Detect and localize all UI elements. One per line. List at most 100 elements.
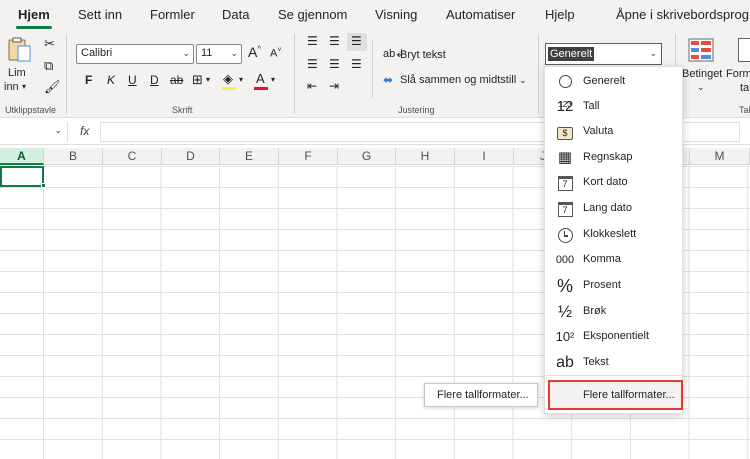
tab-formler[interactable]: Formler (150, 7, 195, 22)
column-header-d[interactable]: D (162, 148, 220, 165)
number-format-option-scientific[interactable]: 10² Eksponentielt (545, 324, 684, 349)
tab-se-gjennom[interactable]: Se gjennom (278, 7, 347, 22)
paste-label[interactable]: Lim (8, 67, 26, 79)
number-format-dropdown: 123 Generelt 12 Tall $ Valuta ▦ Regnskap… (544, 66, 684, 414)
clipboard-group-label: Utklippstavle (5, 105, 57, 115)
clock-icon (553, 225, 577, 245)
percent-icon: % (556, 276, 573, 296)
chevron-down-icon[interactable]: ▾ (239, 76, 243, 84)
tab-sett-inn[interactable]: Sett inn (78, 7, 122, 22)
styles-group-label: Tal (739, 105, 750, 115)
column-header-g[interactable]: G (338, 148, 396, 165)
bold-button[interactable]: F (85, 74, 92, 86)
number-format-icon: 12 (556, 98, 574, 115)
column-header-e[interactable]: E (220, 148, 279, 165)
chevron-down-icon[interactable]: ▾ (271, 76, 275, 84)
accounting-icon: ▦ (557, 149, 573, 166)
font-name-select[interactable]: Calibri ⌄ (76, 44, 194, 64)
number-format-option-currency[interactable]: $ Valuta (545, 119, 684, 144)
font-size-select[interactable]: 11 ⌄ (196, 44, 242, 64)
font-group-label: Skrift (172, 105, 193, 115)
calendar-icon: 7 (553, 199, 577, 219)
comma-icon: 000 (555, 254, 575, 266)
column-header-c[interactable]: C (103, 148, 162, 165)
format-painter-icon[interactable]: 🖌 (44, 80, 61, 93)
more-number-formats-tooltip: Flere tallformater... (424, 383, 538, 407)
column-header-m[interactable]: M (690, 148, 750, 165)
open-in-desktop-button[interactable]: Åpne i skrivebordsprog (616, 7, 749, 22)
number-format-option-long-date[interactable]: 7 Lang dato (545, 196, 684, 221)
fill-color-icon[interactable]: ◈ (223, 72, 233, 85)
conditional-formatting-button[interactable]: Betinget (682, 68, 722, 80)
shrink-font-button[interactable]: A˅ (270, 47, 281, 60)
tab-hjem[interactable]: Hjem (18, 7, 50, 22)
column-header-a[interactable]: A (0, 148, 44, 165)
double-underline-button[interactable]: D (150, 74, 159, 86)
chevron-down-icon: ⌄ (54, 125, 62, 135)
scientific-icon: 10² (555, 329, 575, 344)
ribbon-divider (538, 34, 539, 114)
align-left-icon[interactable]: ☰ (307, 58, 318, 70)
ribbon-divider (294, 34, 295, 114)
column-header-f[interactable]: F (279, 148, 338, 165)
number-format-option-short-date[interactable]: 7 Kort dato (545, 170, 684, 195)
fill-handle[interactable] (41, 183, 46, 188)
number-format-option-percent[interactable]: % Prosent (545, 273, 684, 298)
increase-indent-icon[interactable]: ⇥ (329, 80, 339, 92)
align-center-icon[interactable]: ☰ (329, 58, 340, 70)
wrap-text-button[interactable]: Bryt tekst (400, 49, 446, 61)
chevron-down-icon: ⌄ (230, 48, 238, 58)
ribbon-divider (66, 34, 67, 114)
tab-data[interactable]: Data (222, 7, 249, 22)
decrease-indent-icon[interactable]: ⇤ (307, 80, 317, 92)
format-as-table-button[interactable]: Form (726, 68, 750, 80)
number-format-option-text[interactable]: ab Tekst (545, 350, 684, 375)
strikethrough-button[interactable]: ab (170, 74, 183, 86)
underline-button[interactable]: U (128, 74, 137, 86)
merge-center-button[interactable]: Slå sammen og midtstill (400, 74, 516, 86)
format-as-table-label: ta (740, 82, 750, 94)
align-top-icon[interactable]: ☰ (307, 35, 318, 47)
grow-font-button[interactable]: A^ (248, 45, 261, 59)
align-middle-icon[interactable]: ☰ (329, 35, 340, 47)
number-format-select[interactable]: Generelt ⌄ (545, 43, 662, 65)
number-format-option-time[interactable]: Klokkeslett (545, 222, 684, 247)
font-color-icon[interactable]: A (256, 72, 265, 85)
tab-hjelp[interactable]: Hjelp (545, 7, 575, 22)
more-number-formats-button[interactable]: Flere tallformater... (548, 380, 683, 410)
format-as-table-icon[interactable] (738, 38, 750, 62)
align-bottom-icon[interactable]: ☰ (351, 35, 362, 47)
ribbon-tab-bar: Hjem Sett inn Formler Data Se gjennom Vi… (0, 0, 750, 30)
copy-icon[interactable]: ⧉ (44, 59, 53, 72)
chevron-down-icon[interactable]: ▾ (206, 76, 210, 84)
column-header-i[interactable]: I (455, 148, 514, 165)
insert-function-icon[interactable]: fx (80, 124, 89, 138)
selected-cell-a1[interactable] (0, 166, 44, 187)
paste-icon[interactable] (7, 36, 33, 64)
chevron-down-icon[interactable]: ▾ (22, 83, 26, 91)
number-format-option-accounting[interactable]: ▦ Regnskap (545, 145, 684, 170)
font-name-value: Calibri (81, 47, 113, 59)
alignment-group-label: Justering (398, 105, 435, 115)
align-right-icon[interactable]: ☰ (351, 58, 362, 70)
chevron-down-icon[interactable]: ⌄ (697, 83, 705, 92)
conditional-formatting-icon[interactable] (688, 38, 714, 62)
italic-button[interactable]: K (107, 74, 115, 86)
column-header-b[interactable]: B (44, 148, 103, 165)
merge-center-icon[interactable]: ⬌ (383, 74, 393, 86)
number-format-option-number[interactable]: 12 Tall (545, 94, 684, 119)
number-format-option-fraction[interactable]: ½ Brøk (545, 299, 684, 324)
font-size-value: 11 (201, 47, 213, 59)
chevron-down-icon[interactable]: ⌄ (519, 76, 527, 85)
tab-automatiser[interactable]: Automatiser (446, 7, 515, 22)
name-box[interactable]: ⌄ (0, 122, 68, 142)
borders-icon[interactable]: ⊞ (192, 73, 203, 86)
paste-dropdown-label[interactable]: inn (4, 81, 19, 93)
column-header-h[interactable]: H (396, 148, 455, 165)
cut-icon[interactable]: ✂ (44, 37, 55, 50)
tab-visning[interactable]: Visning (375, 7, 417, 22)
currency-icon: $ (553, 122, 577, 142)
number-format-option-general[interactable]: 123 Generelt (545, 69, 684, 109)
number-format-option-comma[interactable]: 000 Komma (545, 247, 684, 272)
font-color-swatch (254, 87, 268, 90)
